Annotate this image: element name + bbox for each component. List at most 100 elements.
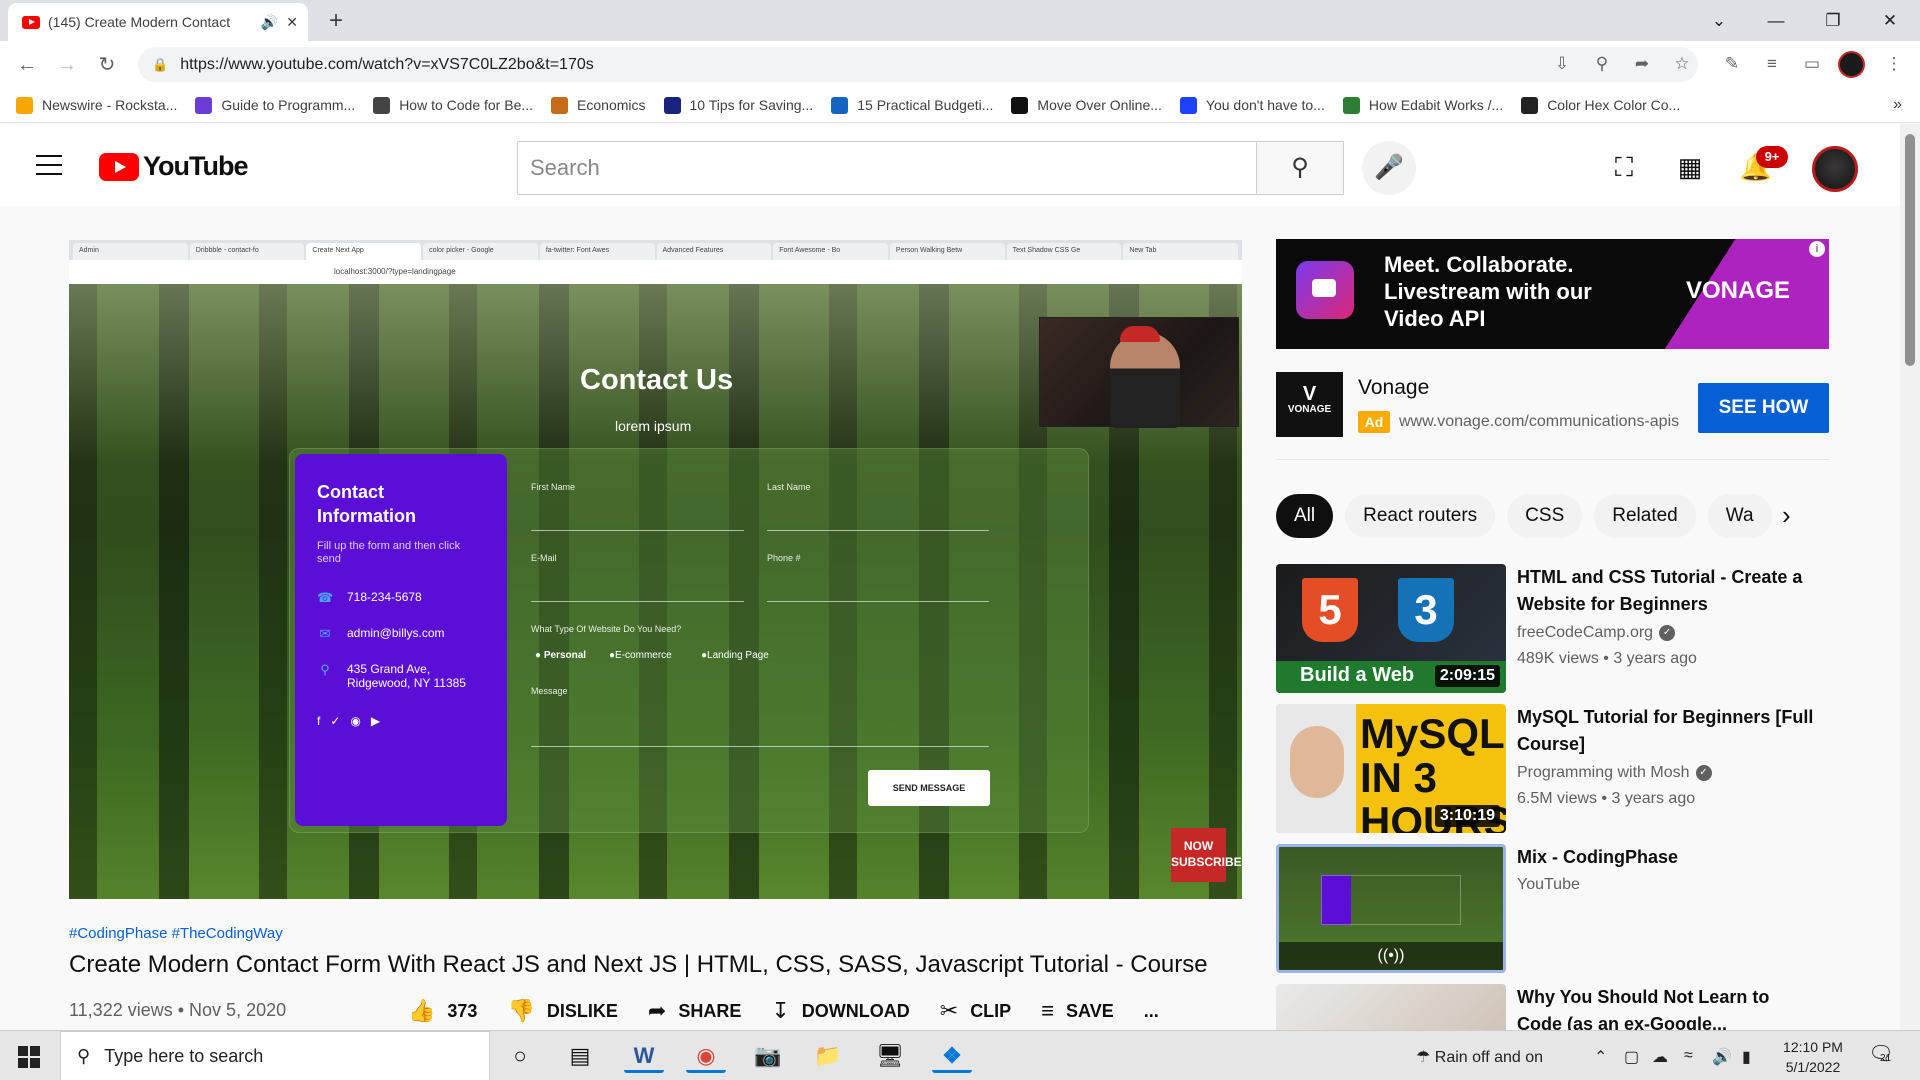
clip-button[interactable]: ✂ CLIP (940, 998, 1011, 1024)
related-thumbnail[interactable]: MySQL IN 3 HOURS 3:10:19 (1276, 704, 1506, 833)
related-video-item[interactable]: 5 3 Build a Web 2:09:15 HTML and CSS Tut… (1276, 564, 1836, 694)
cortana-circle-icon[interactable]: ○ (500, 1039, 540, 1073)
advertiser-logo[interactable]: V VONAGE (1276, 372, 1343, 437)
restore-window-icon[interactable]: ❐ (1813, 6, 1853, 36)
extensions-puzzle-icon[interactable]: ✎ (1718, 50, 1746, 78)
contact-info-note: Fill up the form and then click send (317, 540, 461, 565)
presenter-figure (1110, 332, 1180, 428)
file-explorer-icon[interactable]: 📁 (808, 1039, 848, 1073)
battery-icon[interactable]: ▮ (1742, 1047, 1751, 1067)
weather-widget[interactable]: ☂ Rain off and on (1416, 1047, 1543, 1067)
forward-arrow-icon[interactable]: → (52, 50, 82, 80)
vscode-app-icon[interactable]: ❖ (932, 1039, 972, 1073)
youtube-wordmark: YouTube (143, 151, 248, 181)
browser-tab-youtube[interactable]: (145) Create Modern Contact 🔊 ✕ (8, 3, 308, 41)
search-button[interactable]: ⚲ (1256, 141, 1344, 195)
tab-close-icon[interactable]: ✕ (286, 14, 298, 31)
account-avatar[interactable] (1812, 146, 1858, 192)
windows-start-icon[interactable] (18, 1046, 40, 1068)
related-thumbnail[interactable]: ((•)) (1276, 844, 1506, 973)
onedrive-cloud-icon[interactable]: ☁ (1652, 1047, 1668, 1067)
task-view-icon[interactable]: ▤ (560, 1039, 600, 1073)
related-video-item[interactable]: MySQL IN 3 HOURS 3:10:19 MySQL Tutorial … (1276, 704, 1836, 834)
chrome-app-icon[interactable]: ◉ (686, 1039, 726, 1073)
taskbar-search-input[interactable]: ⚲ Type here to search (60, 1031, 490, 1080)
related-title[interactable]: Mix - CodingPhase (1517, 844, 1817, 871)
save-button[interactable]: ≡ SAVE (1041, 998, 1114, 1024)
browser-profile-avatar[interactable] (1838, 51, 1865, 78)
action-center-icon[interactable]: 🗨 21 (1866, 1041, 1896, 1071)
bookmark-item[interactable]: Newswire - Rocksta... (16, 96, 177, 114)
search-input[interactable]: Search (517, 141, 1257, 195)
reload-icon[interactable]: ↻ (92, 50, 122, 80)
bookmark-item[interactable]: You don't have to... (1179, 96, 1325, 114)
filter-chip[interactable]: CSS (1507, 494, 1583, 538)
youtube-logo[interactable]: YouTube (99, 151, 248, 182)
guide-menu-icon[interactable] (36, 155, 62, 175)
bookmark-item[interactable]: How Edabit Works /... (1342, 96, 1503, 114)
filter-chip[interactable]: Related (1594, 494, 1696, 538)
more-actions-button[interactable]: ... (1144, 1001, 1159, 1022)
related-mix-item[interactable]: ((•)) Mix - CodingPhase YouTube (1276, 844, 1836, 974)
apps-grid-icon[interactable]: ▦ (1672, 151, 1708, 183)
close-window-icon[interactable]: ✕ (1870, 6, 1910, 36)
filter-chip[interactable]: All (1276, 494, 1334, 538)
bookmark-item[interactable]: Color Hex Color Co... (1521, 96, 1680, 114)
bookmark-item[interactable]: 10 Tips for Saving... (663, 96, 813, 114)
remote-desktop-icon[interactable]: 🖥 (870, 1039, 910, 1073)
download-button[interactable]: ↧ DOWNLOAD (771, 998, 909, 1024)
related-thumbnail[interactable] (1276, 984, 1506, 1030)
related-title[interactable]: HTML and CSS Tutorial - Create a Website… (1517, 564, 1817, 618)
side-panel-icon[interactable]: ▭ (1798, 50, 1826, 78)
dislike-button[interactable]: 👎 DISLIKE (507, 998, 617, 1024)
bookmark-star-icon[interactable]: ☆ (1668, 50, 1696, 78)
related-title[interactable]: MySQL Tutorial for Beginners [Full Cours… (1517, 704, 1817, 758)
filter-chip[interactable]: React routers (1345, 494, 1496, 538)
address-bar[interactable]: 🔒 https://www.youtube.com/watch?v=xVS7C0… (138, 47, 1698, 82)
taskbar-clock[interactable]: 12:10 PM 5/1/2022 (1768, 1037, 1858, 1077)
speaker-icon[interactable]: 🔊 (261, 14, 278, 31)
first-name-label: First Name (531, 482, 576, 492)
related-video-item[interactable]: Why You Should Not Learn to Code (as an … (1276, 984, 1836, 1030)
voice-search-mic-icon[interactable]: 🎤 (1362, 141, 1416, 195)
bookmark-item[interactable]: Economics (551, 96, 646, 114)
bookmark-item[interactable]: 15 Practical Budgeti... (831, 96, 993, 114)
bookmarks-overflow-icon[interactable]: » (1893, 96, 1902, 114)
chip-next-chevron-icon[interactable]: › (1782, 500, 1791, 531)
word-app-icon[interactable]: W (624, 1039, 664, 1073)
related-thumbnail[interactable]: 5 3 Build a Web 2:09:15 (1276, 564, 1506, 693)
bookmark-item[interactable]: Move Over Online... (1011, 96, 1162, 114)
meet-now-icon[interactable]: ▢ (1624, 1047, 1639, 1067)
install-app-icon[interactable]: ⇩ (1548, 50, 1576, 78)
minimize-window-icon[interactable]: — (1756, 6, 1796, 36)
tab-search-chevron-icon[interactable]: ⌄ (1699, 6, 1739, 36)
video-hashtags[interactable]: #CodingPhase #TheCodingWay (69, 925, 283, 942)
back-arrow-icon[interactable]: ← (12, 50, 42, 80)
page-scrollbar[interactable] (1900, 124, 1920, 1030)
see-how-button[interactable]: SEE HOW (1698, 383, 1829, 433)
camera-app-icon[interactable]: 📷 (748, 1039, 788, 1073)
video-player[interactable]: Admin Dribbble - contact-fo Create Next Ap… (69, 240, 1242, 899)
subscribe-badge: NOW SUBSCRIBE (1171, 828, 1242, 882)
video-title: Create Modern Contact Form With React JS… (69, 951, 1208, 978)
ad-info-icon[interactable]: i (1809, 241, 1825, 257)
browser-menu-kebab-icon[interactable]: ⋮ (1880, 50, 1908, 78)
lock-icon[interactable]: 🔒 (152, 57, 168, 73)
tray-overflow-chevron-icon[interactable]: ⌃ (1594, 1047, 1607, 1067)
share-page-icon[interactable]: ➦ (1628, 50, 1656, 78)
new-tab-button[interactable]: + (320, 6, 352, 38)
like-button[interactable]: 👍 373 (408, 998, 477, 1024)
media-queue-icon[interactable]: ≡ (1758, 50, 1786, 78)
bookmark-item[interactable]: Guide to Programm... (195, 96, 355, 114)
bookmark-item[interactable]: How to Code for Be... (373, 96, 533, 114)
ad-banner[interactable]: Meet. Collaborate. Livestream with our V… (1276, 239, 1829, 349)
zoom-icon[interactable]: ⚲ (1588, 50, 1616, 78)
wifi-icon[interactable]: ≈ (1684, 1047, 1693, 1065)
scrollbar-thumb[interactable] (1905, 134, 1915, 366)
volume-icon[interactable]: 🔊 (1712, 1047, 1732, 1067)
create-video-icon[interactable]: ⛶ (1606, 151, 1642, 183)
advertiser-name[interactable]: Vonage (1358, 376, 1429, 400)
related-title[interactable]: Why You Should Not Learn to Code (as an … (1517, 984, 1817, 1030)
share-button[interactable]: ➦ SHARE (648, 998, 741, 1024)
filter-chip[interactable]: Wa (1707, 494, 1772, 538)
